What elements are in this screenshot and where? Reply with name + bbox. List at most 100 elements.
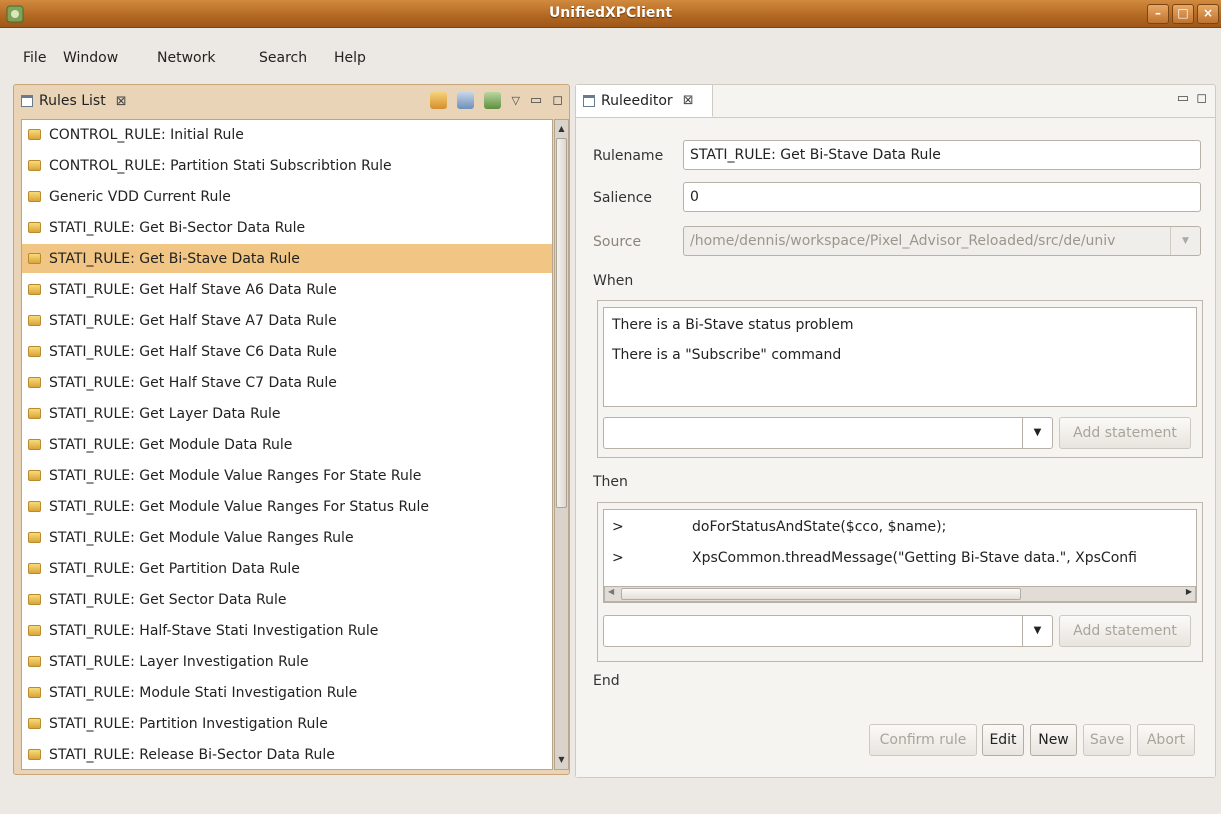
rule-icon (28, 408, 41, 419)
rule-label: STATI_RULE: Get Half Stave C7 Data Rule (49, 374, 337, 391)
tab-rules-list[interactable]: Rules List ⊠ (14, 85, 127, 117)
rules-list[interactable]: CONTROL_RULE: Initial Rule CONTROL_RULE: … (21, 119, 553, 770)
then-statements[interactable]: > doForStatusAndState($cco, $name); > Xp… (603, 509, 1197, 603)
scroll-thumb[interactable] (621, 588, 1021, 600)
rule-icon (28, 532, 41, 543)
new-button[interactable]: New (1030, 724, 1077, 756)
rule-icon (28, 284, 41, 295)
rule-icon (28, 501, 41, 512)
rulename-field[interactable]: STATI_RULE: Get Bi-Stave Data Rule (683, 140, 1201, 170)
minimize-view-icon[interactable]: ▭ (1177, 91, 1189, 106)
minimize-button[interactable]: – (1147, 4, 1169, 24)
when-statement-combo[interactable]: ▼ (603, 417, 1053, 449)
when-add-statement-button[interactable]: Add statement (1059, 417, 1191, 449)
then-statement[interactable]: doForStatusAndState($cco, $name); (692, 519, 946, 535)
status-bar (0, 784, 1221, 814)
rule-icon (28, 749, 41, 760)
scroll-right-icon[interactable]: ▶ (1186, 587, 1192, 596)
rule-label: STATI_RULE: Half-Stave Stati Investigati… (49, 622, 379, 639)
rule-list-item[interactable]: STATI_RULE: Half-Stave Stati Investigati… (22, 616, 552, 645)
rule-editor-panel: Ruleeditor ⊠ ▭ ◻ Rulename STATI_RULE: Ge… (575, 84, 1216, 778)
deploy-rules-icon[interactable] (484, 92, 502, 109)
rule-label: STATI_RULE: Get Module Value Ranges Rule (49, 529, 354, 546)
rule-label: STATI_RULE: Release Bi-Sector Data Rule (49, 746, 335, 763)
rule-list-item[interactable]: STATI_RULE: Get Sector Data Rule (22, 585, 552, 614)
rule-label: CONTROL_RULE: Initial Rule (49, 126, 244, 143)
end-label: End (593, 673, 620, 689)
close-tab-icon[interactable]: ⊠ (116, 94, 127, 109)
scroll-thumb[interactable] (556, 138, 567, 508)
scroll-up-icon[interactable]: ▲ (555, 121, 568, 137)
rule-icon (28, 377, 41, 388)
rule-list-item[interactable]: STATI_RULE: Get Module Data Rule (22, 430, 552, 459)
scroll-left-icon[interactable]: ◀ (608, 587, 614, 596)
rule-list-item[interactable]: CONTROL_RULE: Initial Rule (22, 120, 552, 149)
rule-icon (28, 470, 41, 481)
close-tab-icon[interactable]: ⊠ (683, 93, 694, 108)
then-marker: > (612, 519, 624, 535)
chevron-down-icon: ▼ (1170, 227, 1200, 255)
view-menu-icon[interactable]: ▽ (511, 94, 519, 107)
menu-network[interactable]: Network (157, 50, 215, 66)
tab-ruleeditor[interactable]: Ruleeditor ⊠ (576, 85, 713, 117)
save-button[interactable]: Save (1083, 724, 1131, 756)
then-add-statement-button[interactable]: Add statement (1059, 615, 1191, 647)
rule-list-item[interactable]: STATI_RULE: Get Module Value Ranges For … (22, 461, 552, 490)
when-statements[interactable]: There is a Bi-Stave status problem There… (603, 307, 1197, 407)
rule-list-item[interactable]: STATI_RULE: Get Bi-Stave Data Rule (22, 244, 552, 273)
then-statement[interactable]: XpsCommon.threadMessage("Getting Bi-Stav… (692, 550, 1137, 566)
rule-list-item[interactable]: STATI_RULE: Get Partition Data Rule (22, 554, 552, 583)
confirm-rule-button[interactable]: Confirm rule (869, 724, 977, 756)
rule-list-item[interactable]: STATI_RULE: Get Module Value Ranges For … (22, 492, 552, 521)
rule-list-item[interactable]: STATI_RULE: Partition Investigation Rule (22, 709, 552, 738)
rule-list-item[interactable]: STATI_RULE: Get Half Stave C6 Data Rule (22, 337, 552, 366)
rules-list-scrollbar[interactable]: ▲ ▼ (554, 119, 569, 770)
rule-label: STATI_RULE: Partition Investigation Rule (49, 715, 328, 732)
tab-label: Rules List (39, 93, 106, 109)
rule-label: STATI_RULE: Get Partition Data Rule (49, 560, 300, 577)
rule-list-item[interactable]: STATI_RULE: Get Half Stave A6 Data Rule (22, 275, 552, 304)
maximize-button[interactable]: □ (1172, 4, 1194, 24)
salience-field[interactable]: 0 (683, 182, 1201, 212)
rule-icon (28, 160, 41, 171)
maximize-view-icon[interactable]: ◻ (552, 93, 563, 108)
menu-search[interactable]: Search (259, 50, 307, 66)
rule-list-item[interactable]: STATI_RULE: Release Bi-Sector Data Rule (22, 740, 552, 769)
rule-icon (28, 129, 41, 140)
rule-icon (28, 253, 41, 264)
when-statement[interactable]: There is a "Subscribe" command (612, 347, 841, 363)
then-statement-combo[interactable]: ▼ (603, 615, 1053, 647)
edit-button[interactable]: Edit (982, 724, 1024, 756)
view-icon (21, 95, 33, 107)
rule-list-item[interactable]: STATI_RULE: Get Half Stave A7 Data Rule (22, 306, 552, 335)
then-horizontal-scrollbar[interactable]: ◀ ▶ (604, 586, 1196, 602)
rule-list-item[interactable]: Generic VDD Current Rule (22, 182, 552, 211)
source-value: /home/dennis/workspace/Pixel_Advisor_Rel… (690, 233, 1116, 249)
rule-icon (28, 563, 41, 574)
rulename-label: Rulename (593, 148, 664, 164)
abort-button[interactable]: Abort (1137, 724, 1195, 756)
chevron-down-icon[interactable]: ▼ (1022, 616, 1052, 646)
rule-list-item[interactable]: STATI_RULE: Layer Investigation Rule (22, 647, 552, 676)
close-button[interactable]: × (1197, 4, 1219, 24)
menu-file[interactable]: File (23, 50, 46, 66)
menu-help[interactable]: Help (334, 50, 366, 66)
rule-list-item[interactable]: STATI_RULE: Get Layer Data Rule (22, 399, 552, 428)
rule-label: STATI_RULE: Get Module Data Rule (49, 436, 293, 453)
rule-list-item[interactable]: STATI_RULE: Module Stati Investigation R… (22, 678, 552, 707)
maximize-view-icon[interactable]: ◻ (1196, 91, 1207, 106)
menu-window[interactable]: Window (63, 50, 118, 66)
rule-list-item[interactable]: STATI_RULE: Get Half Stave C7 Data Rule (22, 368, 552, 397)
rule-label: STATI_RULE: Get Half Stave A6 Data Rule (49, 281, 337, 298)
rule-list-item[interactable]: STATI_RULE: Get Bi-Sector Data Rule (22, 213, 552, 242)
import-rules-icon[interactable] (457, 92, 475, 109)
rule-list-item[interactable]: STATI_RULE: Get Module Value Ranges Rule (22, 523, 552, 552)
when-statement[interactable]: There is a Bi-Stave status problem (612, 317, 853, 333)
minimize-view-icon[interactable]: ▭ (530, 93, 542, 108)
new-rule-icon[interactable] (430, 92, 448, 109)
source-label: Source (593, 234, 642, 250)
chevron-down-icon[interactable]: ▼ (1022, 418, 1052, 448)
scroll-down-icon[interactable]: ▼ (555, 752, 568, 768)
rule-label: STATI_RULE: Get Bi-Stave Data Rule (49, 250, 300, 267)
rule-list-item[interactable]: CONTROL_RULE: Partition Stati Subscribti… (22, 151, 552, 180)
